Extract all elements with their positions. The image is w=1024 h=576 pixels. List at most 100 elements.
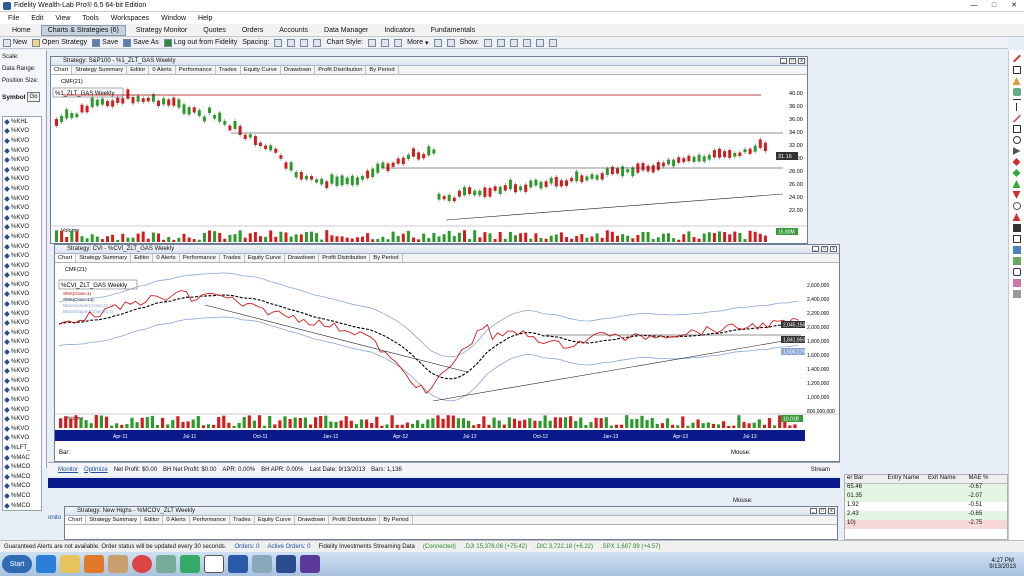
fib-icon[interactable] — [1012, 235, 1021, 243]
list-item[interactable]: %KVO — [3, 155, 41, 165]
maximize-button[interactable]: □ — [986, 1, 1002, 10]
list-item[interactable]: %KVO — [3, 203, 41, 213]
list-item[interactable]: %KVO — [3, 271, 41, 281]
pitchfork-icon[interactable] — [1012, 257, 1021, 265]
minimize-icon[interactable]: _ — [810, 508, 817, 514]
tab-trades[interactable]: Trades — [216, 66, 241, 74]
table-icon[interactable] — [446, 38, 455, 47]
minimize-icon[interactable]: _ — [812, 246, 819, 252]
orders-count[interactable]: Orders: 0 — [234, 544, 259, 550]
list-item[interactable]: %MCO — [3, 462, 41, 472]
vline-icon[interactable] — [1016, 103, 1017, 111]
tab-drawdown[interactable]: Drawdown — [281, 66, 316, 74]
list-item[interactable]: %KVO — [3, 290, 41, 300]
tab-equity-curve[interactable]: Equity Curve — [255, 516, 295, 524]
save-button[interactable]: Save — [92, 38, 118, 47]
menu-edit[interactable]: Edit — [31, 15, 43, 22]
tab-drawdown[interactable]: Drawdown — [295, 516, 330, 524]
media-icon[interactable] — [84, 555, 104, 573]
candle-style-icon[interactable] — [368, 38, 377, 47]
tab-alerts[interactable]: 0 Alerts — [153, 254, 180, 262]
tab-editor[interactable]: Editor — [127, 66, 150, 74]
tab-drawdown[interactable]: Drawdown — [285, 254, 320, 262]
tab-performance[interactable]: Performance — [180, 254, 220, 262]
show-zoom-icon[interactable] — [549, 38, 557, 47]
tab-profit-distribution[interactable]: Profit Distribution — [319, 254, 371, 262]
go-button[interactable]: Go — [27, 92, 40, 102]
grid-icon[interactable] — [433, 38, 442, 47]
col-mae[interactable]: MAE % — [967, 475, 1008, 483]
tab-performance[interactable]: Performance — [176, 66, 216, 74]
tab-trades[interactable]: Trades — [230, 516, 255, 524]
menu-workspaces[interactable]: Workspaces — [111, 15, 149, 22]
optimize-link[interactable]: Optimize — [84, 467, 108, 473]
text-icon[interactable] — [1012, 224, 1021, 232]
list-item[interactable]: %KVO — [3, 309, 41, 319]
tab-strategy-summary[interactable]: Strategy Summary — [72, 66, 128, 74]
list-item[interactable]: %KVO — [3, 434, 41, 444]
list-item[interactable]: %KVO — [3, 338, 41, 348]
list-item[interactable]: %KVO — [3, 184, 41, 194]
col-exit-bar[interactable]: er Bar — [845, 475, 886, 483]
marker-icon[interactable] — [1012, 279, 1021, 287]
erase-icon[interactable] — [1012, 290, 1021, 298]
table-row[interactable]: 10) -2.75 — [845, 520, 1007, 529]
list-item[interactable]: %KVO — [3, 357, 41, 367]
tab-profit-distribution[interactable]: Profit Distribution — [315, 66, 367, 74]
nav-tab-home[interactable]: Home — [6, 26, 37, 35]
close-icon[interactable]: x — [830, 246, 837, 252]
list-item[interactable]: %KVO — [3, 127, 41, 137]
more-button[interactable]: More ▾ — [407, 39, 428, 47]
tab-equity-curve[interactable]: Equity Curve — [241, 66, 281, 74]
tab-by-period[interactable]: By Period — [366, 66, 399, 74]
show-marker-icon[interactable] — [523, 38, 531, 47]
tab-by-period[interactable]: By Period — [380, 516, 413, 524]
hline-icon[interactable] — [1012, 99, 1021, 100]
triangle-icon[interactable] — [1012, 77, 1021, 85]
list-item[interactable]: %KVO — [3, 146, 41, 156]
list-item[interactable]: %KVO — [3, 136, 41, 146]
list-item[interactable]: %KVO — [3, 261, 41, 271]
tab-editor[interactable]: Editor — [141, 516, 164, 524]
new-button[interactable]: New — [3, 38, 27, 47]
list-item[interactable]: %KVO — [3, 395, 41, 405]
trendline-icon[interactable] — [1012, 114, 1021, 122]
gann-icon[interactable] — [1012, 246, 1021, 254]
menu-help[interactable]: Help — [198, 15, 212, 22]
channel-icon[interactable] — [1012, 147, 1021, 155]
list-item[interactable]: %KVO — [3, 165, 41, 175]
select-icon[interactable] — [1012, 88, 1021, 96]
close-button[interactable]: ✕ — [1006, 1, 1022, 10]
menu-tools[interactable]: Tools — [82, 15, 98, 22]
table-row[interactable]: 2.43 -0.65 — [845, 511, 1007, 520]
restore-icon[interactable]: □ — [821, 246, 828, 252]
list-item[interactable]: %KVO — [3, 280, 41, 290]
list-item[interactable]: %MCO — [3, 482, 41, 492]
bar-style-icon[interactable] — [381, 38, 390, 47]
stream-button[interactable]: Stream — [811, 467, 830, 473]
nav-tab-data-manager[interactable]: Data Manager — [318, 26, 374, 35]
nav-tab-strategy-monitor[interactable]: Strategy Monitor — [130, 26, 193, 35]
save-as-button[interactable]: Save As — [123, 38, 159, 47]
ie-icon[interactable] — [36, 555, 56, 573]
rect-icon[interactable] — [1012, 125, 1021, 133]
nav-tab-orders[interactable]: Orders — [236, 26, 269, 35]
close-icon[interactable]: x — [828, 508, 835, 514]
restore-icon[interactable]: □ — [789, 58, 796, 64]
spacing-fit-icon[interactable] — [313, 38, 322, 47]
show-f-icon[interactable] — [536, 38, 544, 47]
app-icon[interactable] — [108, 555, 128, 573]
tab-alerts[interactable]: 0 Alerts — [163, 516, 190, 524]
tab-strategy-summary[interactable]: Strategy Summary — [76, 254, 132, 262]
tab-performance[interactable]: Performance — [190, 516, 230, 524]
start-button[interactable]: Start — [2, 555, 32, 573]
menu-file[interactable]: File — [8, 15, 19, 22]
line-style-icon[interactable] — [394, 38, 403, 47]
word-icon[interactable] — [228, 555, 248, 573]
list-item[interactable]: %MAC — [3, 453, 41, 463]
table-row[interactable]: 01.35 -2.07 — [845, 493, 1007, 502]
close-icon[interactable]: x — [798, 58, 805, 64]
list-item[interactable]: %KVO — [3, 376, 41, 386]
list-item[interactable]: %KVO — [3, 242, 41, 252]
tab-chart[interactable]: Chart — [55, 254, 77, 262]
